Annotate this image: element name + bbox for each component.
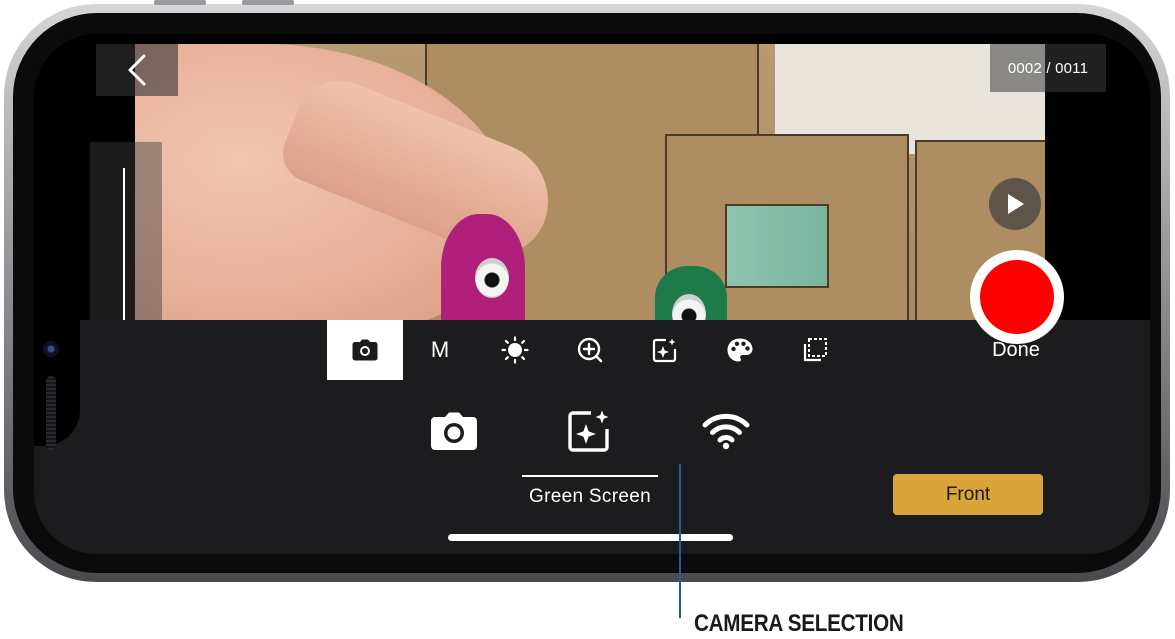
add-circle-icon — [577, 337, 603, 363]
frame-overlay-icon — [803, 338, 827, 362]
frame-scrubber[interactable] — [90, 142, 162, 320]
camera-source-device[interactable] — [419, 402, 489, 460]
frame-counter-box: 0002 / 0011 — [990, 44, 1106, 92]
cardboard-window — [725, 204, 829, 288]
camera-icon — [431, 412, 477, 450]
brightness-icon — [501, 336, 529, 364]
tool-overlay[interactable] — [777, 320, 853, 380]
manual-mode-label: M — [430, 337, 450, 362]
earpiece-speaker — [46, 376, 56, 450]
play-button[interactable] — [989, 178, 1041, 230]
home-indicator[interactable] — [448, 534, 733, 541]
sensor-housing — [34, 150, 80, 450]
play-icon — [1008, 194, 1024, 214]
camera-icon — [352, 339, 378, 361]
tool-exposure[interactable] — [477, 320, 553, 380]
tool-effects[interactable] — [627, 320, 703, 380]
tool-manual[interactable]: M — [402, 320, 478, 380]
app-screen: 0002 / 0011 M Done Green Screen Front — [34, 34, 1150, 554]
back-button[interactable] — [96, 44, 178, 96]
volume-button — [154, 0, 206, 5]
selected-source-indicator — [522, 475, 658, 477]
selected-source-label: Green Screen — [529, 486, 651, 507]
wifi-icon — [702, 413, 750, 450]
callout-label: CAMERA SELECTION — [694, 610, 904, 637]
googly-eye — [475, 258, 509, 298]
tool-color[interactable] — [702, 320, 778, 380]
camera-source-wifi[interactable] — [691, 402, 761, 460]
callout-line — [679, 464, 681, 618]
record-button[interactable] — [970, 250, 1064, 344]
tool-camera[interactable] — [327, 320, 403, 380]
chevron-left-icon — [128, 54, 146, 86]
sparkle-frame-icon — [568, 410, 609, 452]
palette-icon — [727, 338, 753, 362]
tool-add[interactable] — [552, 320, 628, 380]
phone-frame: 0002 / 0011 M Done Green Screen Front — [4, 0, 1170, 582]
record-dot — [980, 260, 1054, 334]
frame-counter: 0002 / 0011 — [1007, 59, 1089, 77]
camera-source-green-screen[interactable] — [555, 402, 625, 460]
sparkle-frame-icon — [652, 338, 677, 363]
front-camera-lens — [43, 341, 59, 357]
scrubber-track[interactable] — [123, 168, 125, 320]
volume-button — [242, 0, 294, 5]
camera-viewfinder[interactable] — [135, 44, 1045, 320]
front-camera-toggle[interactable]: Front — [893, 474, 1043, 515]
